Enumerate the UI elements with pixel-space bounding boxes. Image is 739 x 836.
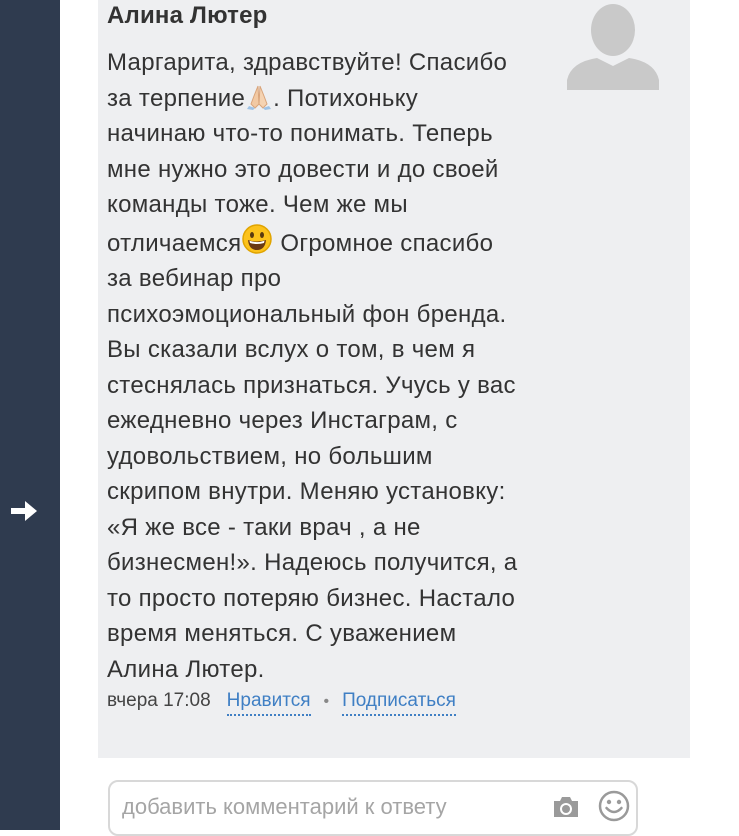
reply-comment-input[interactable] bbox=[122, 792, 542, 822]
comment-line: команды тоже. Чем же мы bbox=[107, 191, 408, 218]
comment-line: Вы сказали вслух о том, в чем я bbox=[107, 336, 476, 363]
separator-dot: • bbox=[323, 693, 330, 710]
comment-line: стеснялась признаться. Учусь у вас bbox=[107, 371, 516, 399]
comment-line: ежедневно через Инстаграм, с bbox=[107, 407, 458, 434]
smile-icon[interactable] bbox=[598, 790, 630, 822]
comment-line: Маргарита, здравствуйте! Спасибо bbox=[107, 49, 508, 76]
camera-icon[interactable] bbox=[552, 795, 580, 819]
arrow-right-icon[interactable] bbox=[10, 500, 38, 522]
comment-author[interactable]: Алина Лютер bbox=[107, 2, 268, 30]
comment-text: за терпение bbox=[107, 84, 246, 112]
sidebar bbox=[0, 0, 60, 830]
comment-text: отличаемся bbox=[107, 229, 242, 257]
comment-line: за вебинар про bbox=[107, 265, 282, 292]
comment-meta: вчера 17:08 Нравится • Подписаться bbox=[107, 690, 456, 716]
comment-line: за терпение . Потихоньку bbox=[107, 81, 567, 117]
comment-line: время меняться. С уважением bbox=[107, 620, 457, 647]
comment-text: . Потихоньку bbox=[273, 84, 419, 112]
comment-line: психоэмоциональный фон бренда. bbox=[107, 300, 507, 328]
comment-line: то просто потеряю бизнес. Настало bbox=[107, 584, 516, 612]
comment-line: мне нужно это довести и до своей bbox=[107, 155, 499, 183]
like-link[interactable]: Нравится bbox=[226, 690, 311, 716]
comment-line: удовольствием, но большим bbox=[107, 442, 433, 470]
comment-text: Огромное спасибо bbox=[273, 229, 494, 257]
comment-line: начинаю что-то понимать. Теперь bbox=[107, 120, 493, 147]
comment-line: скрипом внутри. Меняю установку: bbox=[107, 478, 506, 505]
subscribe-link[interactable]: Подписаться bbox=[342, 690, 456, 716]
comment-line: Алина Лютер. bbox=[107, 655, 265, 683]
praying-hands-icon bbox=[247, 85, 272, 110]
comment-timestamp: вчера 17:08 bbox=[107, 690, 211, 711]
comment-line: отличаемся Огромное спасибо bbox=[107, 223, 567, 262]
comment-line: бизнесмен!». Надеюсь получится, а bbox=[107, 549, 518, 576]
comment-line: «Я же все - таки врач , а не bbox=[107, 513, 421, 541]
reply-comment-box[interactable] bbox=[108, 780, 638, 836]
user-silhouette-icon[interactable] bbox=[567, 0, 659, 90]
comment-body: Маргарита, здравствуйте! Спасибо за терп… bbox=[107, 45, 567, 687]
grinning-face-icon bbox=[242, 223, 273, 254]
